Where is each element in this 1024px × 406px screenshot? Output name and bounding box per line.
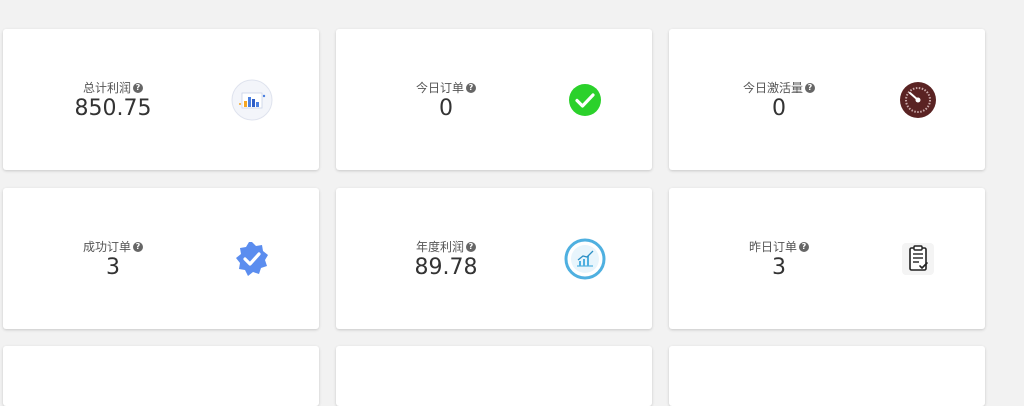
bar-chart-icon — [231, 79, 273, 121]
stat-card-today-activations: 今日激活量 ? 0 — [669, 29, 985, 170]
stat-value: 0 — [439, 96, 453, 121]
line-chart-icon — [564, 238, 606, 280]
stat-label: 总计利润 — [82, 81, 132, 95]
help-icon[interactable]: ? — [133, 82, 144, 93]
stat-value: 89.78 — [414, 255, 478, 280]
stat-label: 昨日订单 — [748, 240, 798, 254]
help-icon[interactable]: ? — [466, 241, 477, 252]
verified-badge-icon — [231, 238, 273, 280]
stat-value: 3 — [772, 255, 786, 280]
stat-card-partial — [669, 346, 985, 406]
stat-card-annual-profit: 年度利润 ? 89.78 — [336, 188, 652, 329]
stat-card-successful-orders: 成功订单 ? 3 — [3, 188, 319, 329]
stat-value: 3 — [106, 255, 120, 280]
help-icon[interactable]: ? — [799, 241, 810, 252]
stat-card-today-orders: 今日订单 ? 0 — [336, 29, 652, 170]
stat-card-total-profit: 总计利润 ? 850.75 — [3, 29, 319, 170]
stat-value: 850.75 — [74, 96, 152, 121]
help-icon[interactable]: ? — [805, 82, 816, 93]
stat-label: 成功订单 — [82, 240, 132, 254]
speedometer-icon — [897, 79, 939, 121]
clipboard-check-icon — [897, 238, 939, 280]
stat-label: 今日订单 — [415, 81, 465, 95]
stat-card-yesterday-orders: 昨日订单 ? 3 — [669, 188, 985, 329]
stat-label: 年度利润 — [415, 240, 465, 254]
help-icon[interactable]: ? — [466, 82, 477, 93]
stat-card-partial — [3, 346, 319, 406]
help-icon[interactable]: ? — [133, 241, 144, 252]
stat-value: 0 — [772, 96, 786, 121]
check-circle-icon — [564, 79, 606, 121]
stat-card-partial — [336, 346, 652, 406]
stat-label: 今日激活量 — [742, 81, 804, 95]
